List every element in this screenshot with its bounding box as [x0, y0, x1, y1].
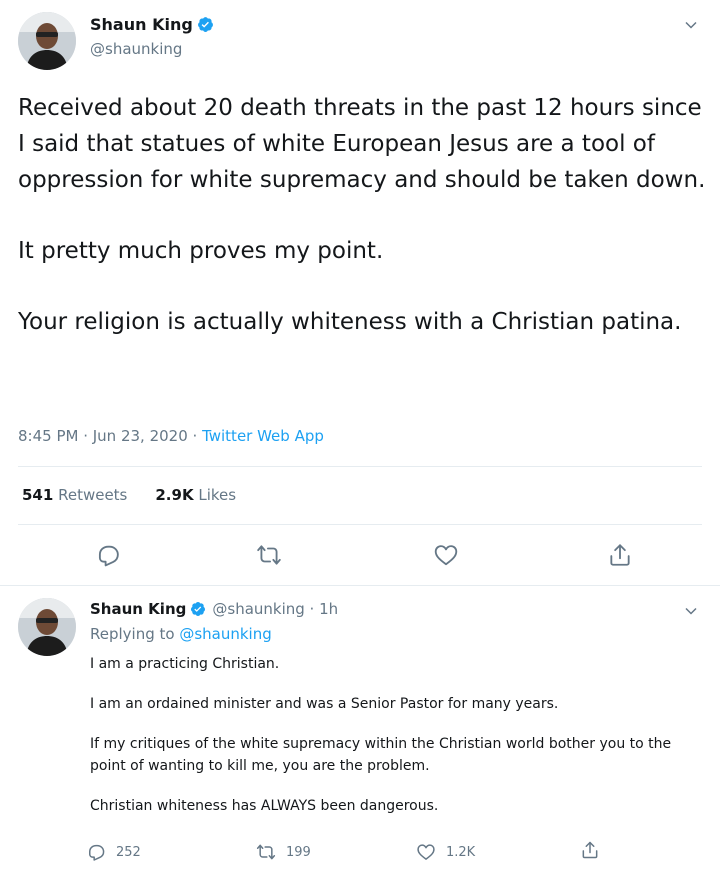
replying-mention[interactable]: @shaunking [179, 625, 271, 643]
reply-actions: 252 199 1.2K [86, 840, 686, 866]
tweet-meta: 8:45 PM · Jun 23, 2020 · Twitter Web App [18, 427, 324, 445]
retweet-count: 199 [286, 844, 311, 860]
avatar-image [18, 12, 76, 70]
avatar-image [18, 598, 76, 656]
author-row: Shaun King [90, 15, 214, 34]
divider [18, 524, 702, 525]
retweets-stat[interactable]: 541 Retweets [22, 486, 127, 504]
reply-author-row: Shaun King @shaunking · 1h [90, 600, 338, 618]
share-icon [580, 840, 600, 860]
retweet-icon[interactable] [256, 542, 282, 568]
likes-stat[interactable]: 2.9K Likes [155, 486, 236, 504]
heart-icon [416, 842, 436, 862]
reply-button[interactable]: 252 [86, 842, 141, 862]
author-name[interactable]: Shaun King [90, 15, 193, 34]
reply-count: 252 [116, 844, 141, 860]
reply-text: I am a practicing Christian. I am an ord… [90, 653, 710, 817]
reply-paragraph: I am a practicing Christian. [90, 656, 280, 672]
main-tweet: Shaun King @shaunking Received about 20 … [0, 0, 720, 585]
heart-icon[interactable] [433, 542, 459, 568]
tweet-text: Received about 20 death threats in the p… [18, 90, 708, 340]
tweet-stats: 541 Retweets 2.9K Likes [22, 486, 264, 504]
avatar[interactable] [18, 12, 76, 70]
reply-icon[interactable] [95, 542, 121, 568]
share-button[interactable] [580, 840, 610, 860]
share-icon[interactable] [607, 542, 633, 568]
reply-author-handle[interactable]: @shaunking · 1h [212, 600, 338, 618]
tweet-actions [0, 537, 720, 573]
reply-paragraph: Christian whiteness has ALWAYS been dang… [90, 798, 439, 814]
tweet-paragraph: Your religion is actually whiteness with… [18, 309, 682, 335]
timestamp[interactable]: 8:45 PM · Jun 23, 2020 · [18, 427, 202, 445]
tweet-paragraph: It pretty much proves my point. [18, 238, 384, 264]
verified-badge-icon [190, 601, 206, 617]
reply-paragraph: If my critiques of the white supremacy w… [90, 736, 672, 774]
retweets-count: 541 [22, 486, 54, 504]
likes-count: 2.9K [155, 486, 194, 504]
reply-paragraph: I am an ordained minister and was a Seni… [90, 696, 559, 712]
chevron-down-icon[interactable] [680, 600, 702, 622]
divider [18, 466, 702, 467]
retweets-label: Retweets [58, 486, 128, 504]
replying-to: Replying to @shaunking [90, 625, 272, 643]
retweet-button[interactable]: 199 [256, 842, 311, 862]
retweet-icon [256, 842, 276, 862]
tweet-paragraph: Received about 20 death threats in the p… [18, 95, 710, 193]
chevron-down-icon[interactable] [680, 14, 702, 36]
reply-author-name[interactable]: Shaun King [90, 600, 186, 618]
reply-avatar[interactable] [18, 598, 76, 656]
replying-prefix: Replying to [90, 625, 180, 643]
source-link[interactable]: Twitter Web App [202, 427, 324, 445]
like-count: 1.2K [446, 844, 476, 860]
verified-badge-icon [197, 16, 214, 33]
tweet-separator [0, 585, 720, 586]
like-button[interactable]: 1.2K [416, 842, 475, 862]
reply-icon [86, 842, 106, 862]
author-handle[interactable]: @shaunking [90, 40, 182, 58]
likes-label: Likes [198, 486, 237, 504]
